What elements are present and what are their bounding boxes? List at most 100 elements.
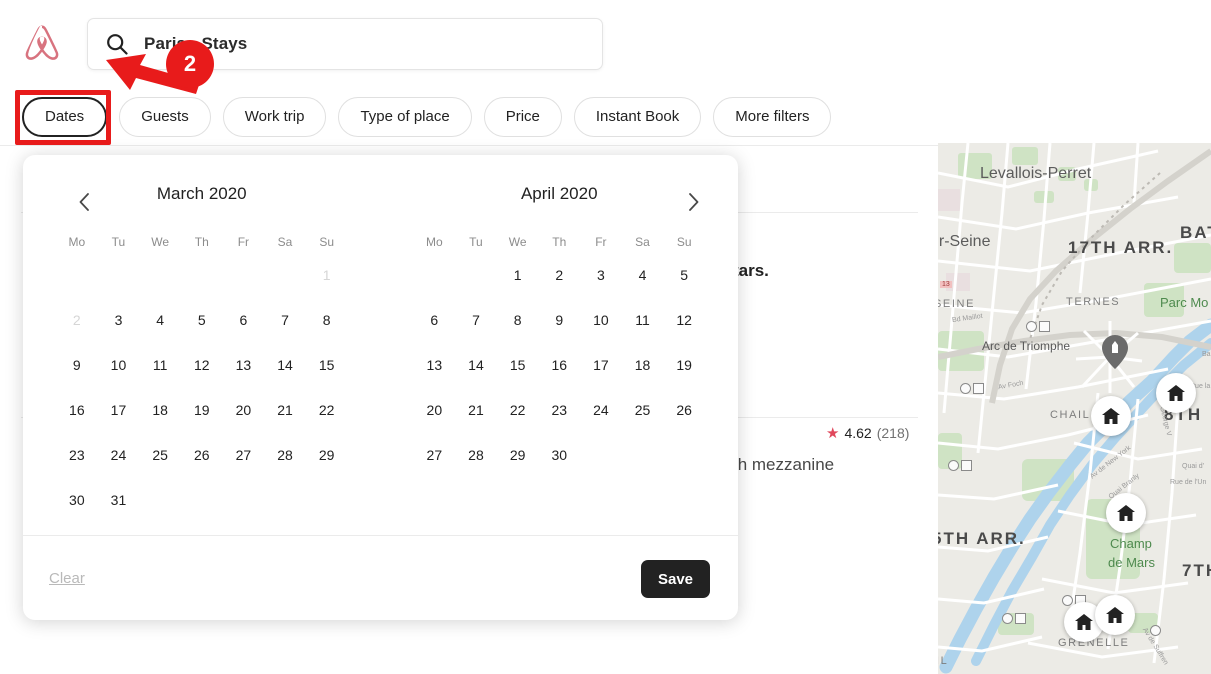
calendar-day[interactable]: 29 [306, 436, 348, 474]
calendar-day[interactable]: 5 [663, 256, 705, 294]
transit-station-icon [960, 383, 984, 394]
calendar-day[interactable]: 4 [139, 301, 181, 339]
calendar-day[interactable]: 24 [580, 391, 622, 429]
calendar-day[interactable]: 23 [538, 391, 580, 429]
calendar-day-empty [622, 436, 664, 474]
calendar-day[interactable]: 11 [139, 346, 181, 384]
calendar-day[interactable]: 10 [98, 346, 140, 384]
calendar-week-row: 3031 [23, 481, 381, 519]
calendar-day-disabled: 2 [56, 301, 98, 339]
listing-pin[interactable] [1106, 493, 1146, 533]
calendar-day[interactable]: 16 [538, 346, 580, 384]
calendar-day[interactable]: 5 [181, 301, 223, 339]
calendar-day[interactable]: 15 [497, 346, 539, 384]
weekday-label: Sa [264, 235, 306, 249]
calendar-day[interactable]: 2 [538, 256, 580, 294]
weekday-label: Tu [455, 235, 497, 249]
listing-pin[interactable] [1091, 396, 1131, 436]
weekday-label: Fr [223, 235, 265, 249]
calendar-day[interactable]: 10 [580, 301, 622, 339]
work-trip-filter-pill[interactable]: Work trip [223, 97, 327, 137]
calendar-day[interactable]: 18 [139, 391, 181, 429]
calendar-day[interactable]: 29 [497, 436, 539, 474]
calendar-day[interactable]: 30 [538, 436, 580, 474]
calendar-day[interactable]: 22 [497, 391, 539, 429]
calendar-day[interactable]: 24 [98, 436, 140, 474]
calendar-day[interactable]: 16 [56, 391, 98, 429]
calendar-day[interactable]: 7 [264, 301, 306, 339]
calendar-day[interactable]: 6 [414, 301, 456, 339]
calendar-day[interactable]: 27 [414, 436, 456, 474]
calendar-day[interactable]: 3 [98, 301, 140, 339]
calendar-day[interactable]: 26 [663, 391, 705, 429]
calendar-day[interactable]: 9 [538, 301, 580, 339]
listing-pin[interactable] [1156, 373, 1196, 413]
home-icon [1166, 383, 1186, 403]
calendar-day[interactable]: 31 [98, 481, 140, 519]
calendar-day[interactable]: 8 [497, 301, 539, 339]
guests-filter-pill[interactable]: Guests [119, 97, 211, 137]
calendar-day[interactable]: 19 [663, 346, 705, 384]
calendar-day[interactable]: 18 [622, 346, 664, 384]
calendar-day[interactable]: 14 [455, 346, 497, 384]
weekday-label: Th [181, 235, 223, 249]
calendar-day[interactable]: 9 [56, 346, 98, 384]
calendar-day[interactable]: 17 [580, 346, 622, 384]
search-input-value[interactable]: Paris · Stays [144, 34, 247, 54]
calendar-day[interactable]: 8 [306, 301, 348, 339]
weekday-label: Su [663, 235, 705, 249]
airbnb-belo-logo[interactable] [22, 22, 62, 64]
home-icon [1101, 406, 1121, 426]
calendar-day[interactable]: 20 [223, 391, 265, 429]
calendar-day[interactable]: 26 [181, 436, 223, 474]
calendar-day[interactable]: 6 [223, 301, 265, 339]
calendar-day[interactable]: 19 [181, 391, 223, 429]
calendar-day[interactable]: 14 [264, 346, 306, 384]
calendar-week-row: 16171819202122 [23, 391, 381, 429]
month-panel-march: March 2020 Mo Tu We Th Fr Sa Su 12345678… [23, 177, 381, 519]
price-filter-pill[interactable]: Price [484, 97, 562, 137]
dates-filter-pill[interactable]: Dates [22, 97, 107, 137]
calendar-day[interactable]: 11 [622, 301, 664, 339]
search-icon [106, 33, 128, 55]
calendar-day[interactable]: 28 [455, 436, 497, 474]
map-panel[interactable]: Levallois-Perret ur-Seine 17TH ARR. BAT … [938, 143, 1211, 674]
save-dates-button[interactable]: Save [641, 560, 710, 598]
calendar-day-empty [455, 256, 497, 294]
calendar-week-row: 27282930 [381, 436, 739, 474]
home-icon [1074, 612, 1094, 632]
calendar-day[interactable]: 15 [306, 346, 348, 384]
listing-pin[interactable] [1095, 595, 1135, 635]
calendar-day[interactable]: 21 [264, 391, 306, 429]
filter-pills-bar: Dates Guests Work trip Type of place Pri… [22, 97, 831, 137]
calendar-day[interactable]: 25 [622, 391, 664, 429]
calendar-day[interactable]: 13 [223, 346, 265, 384]
calendar-day[interactable]: 25 [139, 436, 181, 474]
calendar-day-empty [580, 481, 622, 519]
monument-marker-icon [1102, 335, 1128, 369]
calendar-day[interactable]: 4 [622, 256, 664, 294]
calendar-week-row: 6789101112 [381, 301, 739, 339]
calendar-day[interactable]: 3 [580, 256, 622, 294]
calendar-day[interactable]: 30 [56, 481, 98, 519]
calendar-day[interactable]: 12 [663, 301, 705, 339]
search-bar[interactable]: Paris · Stays [87, 18, 603, 70]
clear-dates-button[interactable]: Clear [49, 570, 85, 587]
calendar-day[interactable]: 17 [98, 391, 140, 429]
calendar-day-empty [181, 481, 223, 519]
rating-count: (218) [877, 425, 910, 441]
more-filters-pill[interactable]: More filters [713, 97, 831, 137]
calendar-day[interactable]: 1 [497, 256, 539, 294]
calendar-day[interactable]: 21 [455, 391, 497, 429]
calendar-day[interactable]: 22 [306, 391, 348, 429]
instant-book-filter-pill[interactable]: Instant Book [574, 97, 701, 137]
calendar-day[interactable]: 28 [264, 436, 306, 474]
calendar-day[interactable]: 12 [181, 346, 223, 384]
calendar-day[interactable]: 7 [455, 301, 497, 339]
type-of-place-filter-pill[interactable]: Type of place [338, 97, 471, 137]
calendar-day[interactable]: 13 [414, 346, 456, 384]
calendar-day[interactable]: 27 [223, 436, 265, 474]
calendar-day[interactable]: 23 [56, 436, 98, 474]
calendar-day[interactable]: 20 [414, 391, 456, 429]
calendar-day-empty [139, 256, 181, 294]
